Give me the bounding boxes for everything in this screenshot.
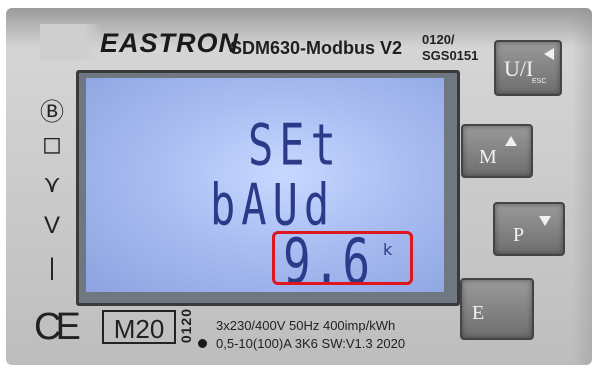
single-phase-icon: | [48,254,56,281]
square-symbol-icon: ◻ [42,131,62,158]
triangle-left-icon [544,48,554,60]
code-line-1: 0120/ [422,32,455,47]
model-name: SDM630-Modbus V2 [230,38,403,58]
lcd-line-set: SEt [248,112,342,179]
e-button-label: E [472,302,485,324]
certification-codes: 0120/ SGS0151 [422,32,478,64]
triangle-down-icon [539,216,551,226]
m-button-label: M [479,146,497,168]
brand-occlusion [40,24,102,60]
e-enter-button[interactable]: E [460,278,534,340]
dot-icon [198,339,207,348]
spec-line-2: 0,5-10(100)A 3K6 SW:V1.3 2020 [216,336,406,351]
highlight-box [272,231,413,285]
esc-label: ESC [532,78,547,85]
p-button-label: P [513,224,525,246]
ui-button-label: U/I [504,56,534,81]
class-badge: M20 [102,310,176,344]
triangle-up-icon [505,136,517,146]
code-line-2: SGS0151 [422,48,479,63]
ui-esc-button[interactable]: U/I ESC [494,40,562,96]
p-down-button[interactable]: P [493,202,565,256]
right-shadow [572,8,592,365]
m-up-button[interactable]: M [461,124,533,178]
ce-mark: CE [34,306,81,348]
spec-line-1: 3x230/400V 50Hz 400imp/kWh [216,318,396,333]
year-code: 0120 [178,308,194,344]
v-symbol-icon: V [43,212,60,239]
brand-logo: EASTRON [100,28,240,58]
wye-symbol-icon: ⋎ [43,171,61,198]
b-symbol-icon: Ⓑ [40,99,64,126]
